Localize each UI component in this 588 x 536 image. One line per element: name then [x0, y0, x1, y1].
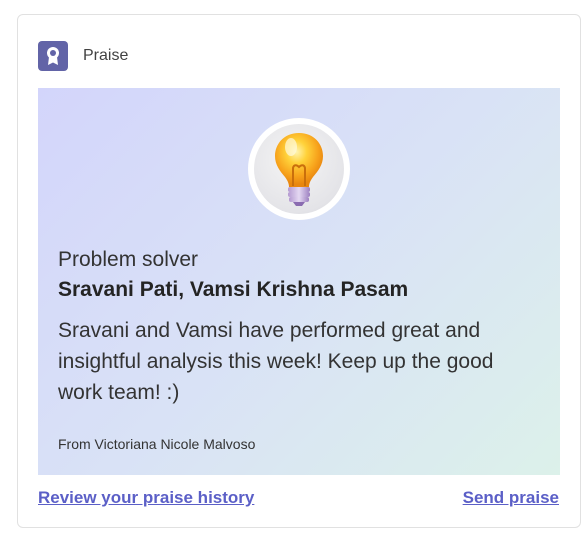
praise-category: Problem solver — [58, 248, 199, 271]
praise-card: Praise Problem solver Sravani Pati, Vams… — [17, 14, 581, 528]
lightbulb-icon — [254, 124, 344, 214]
praise-sender: From Victoriana Nicole Malvoso — [58, 436, 256, 452]
praise-banner: Problem solver Sravani Pati, Vamsi Krish… — [38, 88, 560, 475]
header-title: Praise — [83, 47, 129, 64]
ribbon-award-icon — [38, 41, 68, 71]
review-praise-history-link[interactable]: Review your praise history — [38, 488, 254, 508]
card-header: Praise — [38, 41, 128, 71]
praise-message: Sravani and Vamsi have performed great a… — [58, 319, 494, 404]
praise-badge — [248, 118, 350, 220]
send-praise-link[interactable]: Send praise — [463, 488, 559, 508]
praise-recipients: Sravani Pati, Vamsi Krishna Pasam — [58, 278, 409, 301]
